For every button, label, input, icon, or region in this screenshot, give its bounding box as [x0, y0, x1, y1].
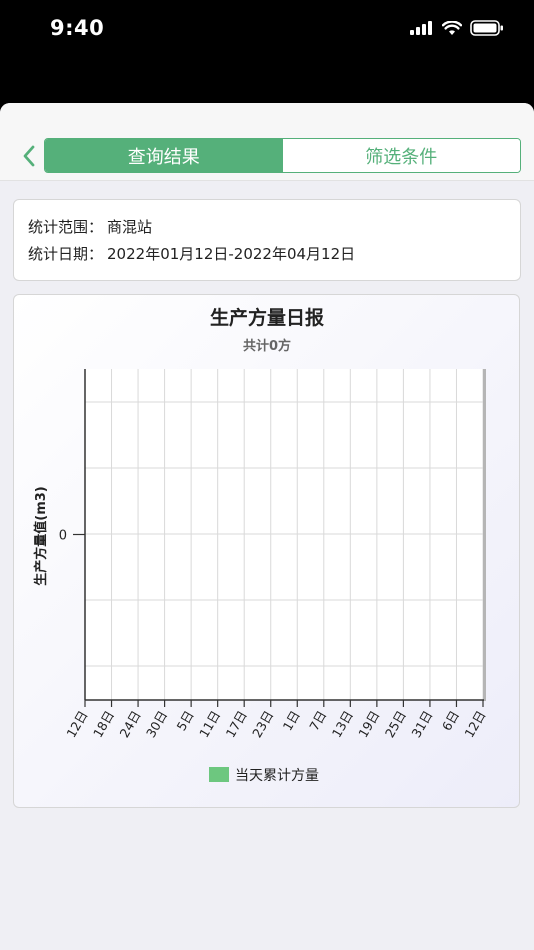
- x-tick-label: 6日: [439, 708, 462, 733]
- x-tick-label: 13日: [329, 708, 356, 740]
- x-tick-labels: 12日 18日 24日 30日 5日 11日 17日 23日 1日 7日 13日 19日 25日 31日 6…: [63, 708, 488, 740]
- chart-title: 生产方量日报: [210, 306, 324, 329]
- app-sheet: 查询结果 筛选条件 统计范围： 商混站 统计日期： 2022年01月12日-2022…: [0, 103, 534, 950]
- chevron-left-icon: [23, 145, 35, 167]
- status-bar: 9:40: [0, 0, 534, 60]
- x-tick-label: 12日: [461, 708, 488, 740]
- chart-grid: [84, 369, 484, 700]
- production-volume-chart: 生产方量日报 共计0方 12日 18日 24日 30日 5日 11日 17日 23日 1日 7日 1…: [33, 306, 489, 784]
- x-tick-label: 25日: [382, 708, 409, 740]
- stats-info-card: 统计范围： 商混站 统计日期： 2022年01月12日-2022年04月12日: [13, 199, 521, 281]
- x-tick-label: 31日: [408, 708, 435, 740]
- stats-range-label: 统计范围：: [28, 218, 104, 236]
- back-button[interactable]: [16, 143, 42, 169]
- x-tick-label: 23日: [249, 708, 276, 740]
- battery-icon: [470, 20, 503, 36]
- status-time: 9:40: [50, 16, 105, 40]
- chart-subtitle: 共计0方: [243, 338, 291, 354]
- cellular-signal-icon: [410, 21, 432, 35]
- chart-card: 生产方量日报 共计0方 12日 18日 24日 30日 5日 11日 17日 23日 1日 7日 1…: [13, 294, 520, 808]
- x-tick-label: 30日: [143, 708, 170, 740]
- x-tick-label: 5日: [174, 708, 197, 733]
- x-tick-label: 12日: [63, 708, 90, 740]
- stats-range-row: 统计范围： 商混站: [28, 214, 506, 241]
- y-tick-label: 0: [59, 529, 67, 544]
- legend-swatch: [209, 767, 229, 782]
- navigation-bar: 查询结果 筛选条件: [0, 103, 534, 181]
- wifi-icon: [442, 20, 462, 35]
- legend-label: 当天累计方量: [235, 768, 319, 784]
- stats-range-value: 商混站: [107, 218, 153, 236]
- x-tick-label: 18日: [90, 708, 117, 740]
- status-icons: [410, 20, 504, 36]
- stats-date-label: 统计日期：: [28, 245, 104, 263]
- chart-legend[interactable]: 当天累计方量: [209, 767, 319, 784]
- y-axis-label: 生产方量值(m3): [33, 486, 49, 585]
- x-tick-label: 11日: [196, 708, 223, 740]
- tab-filter-conditions[interactable]: 筛选条件: [282, 139, 520, 172]
- stats-date-value: 2022年01月12日-2022年04月12日: [107, 245, 356, 263]
- x-tick-label: 17日: [223, 708, 250, 740]
- y-tick-labels: 0: [59, 529, 67, 544]
- stats-date-row: 统计日期： 2022年01月12日-2022年04月12日: [28, 241, 506, 268]
- segmented-control: 查询结果 筛选条件: [44, 138, 521, 173]
- x-tick-label: 1日: [280, 708, 303, 733]
- x-tick-label: 19日: [355, 708, 382, 740]
- x-tick-label: 24日: [116, 708, 143, 740]
- tab-query-results[interactable]: 查询结果: [45, 139, 283, 172]
- x-tick-label: 7日: [306, 708, 329, 733]
